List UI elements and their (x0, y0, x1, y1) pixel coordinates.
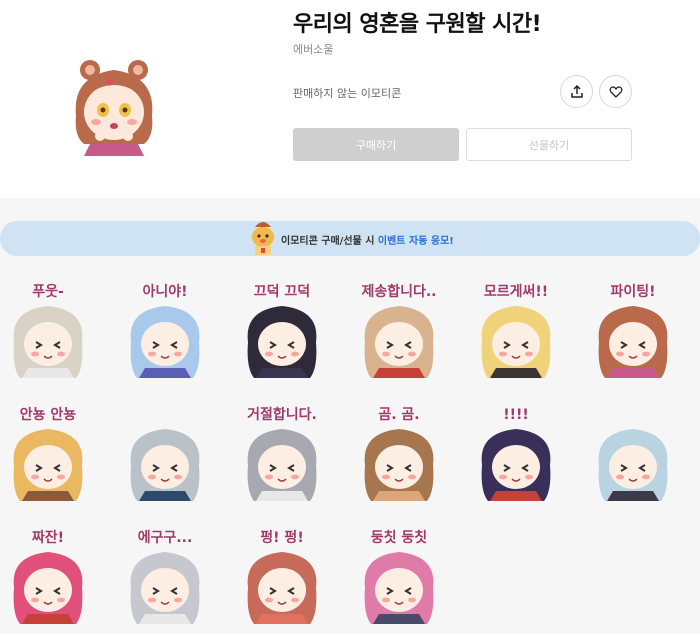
emoticon-image (130, 429, 200, 501)
emoticon-caption: 펑! 펑! (260, 529, 303, 546)
emoticon-image: 안뇽 안뇽 (13, 406, 83, 501)
emoticon-image: 펑! 펑! (247, 529, 317, 624)
emoticon-image: 푸웃- (13, 283, 83, 378)
emoticon-item[interactable]: 짜잔! (2, 526, 94, 624)
emoticon-caption: 안뇽 안뇽 (20, 406, 77, 423)
emoticon-image: 아니야! (130, 283, 200, 378)
emoticon-item[interactable]: 펑! 펑! (236, 526, 328, 624)
emoticon-image: 둥칫 둥칫 (364, 530, 434, 624)
emoticon-item[interactable]: 거절합니다. (236, 403, 328, 501)
emoticon-caption: 에구구... (138, 530, 193, 546)
emoticon-image: 곰. 곰. (364, 407, 434, 501)
product-author[interactable]: 에버소울 (293, 41, 333, 57)
event-banner-text: 이모티콘 구매/선물 시 이벤트 자동 응모! (281, 236, 454, 247)
emoticon-item[interactable]: 둥칫 둥칫 (353, 526, 445, 624)
event-banner[interactable]: 이모티콘 구매/선물 시 이벤트 자동 응모! (0, 221, 700, 256)
emoticon-item[interactable]: 안뇽 안뇽 (2, 403, 94, 501)
emoticon-caption: 끄덕 끄덕 (254, 283, 310, 300)
emoticon-image: 거절합니다. (247, 406, 317, 501)
hero-character-illustration (75, 60, 153, 156)
emoticon-caption: 아니야! (142, 283, 187, 300)
gift-button[interactable]: 선물하기 (466, 128, 632, 161)
share-button[interactable] (560, 75, 593, 108)
emoticon-caption: 푸웃- (32, 283, 64, 300)
share-icon (570, 84, 583, 98)
product-header: 우리의 영혼을 구원할 시간! 에버소울 판매하지 않는 이모티콘 구매하기 선… (0, 0, 700, 198)
emoticon-image: 파이팅! (598, 283, 668, 378)
emoticon-item[interactable]: 끄덕 끄덕 (236, 280, 328, 378)
emoticon-image: !!!! (481, 407, 551, 501)
emoticon-gallery: 이모티콘 구매/선물 시 이벤트 자동 응모! 푸웃- 아니야! 끄덕 끄덕 제송합니… (0, 198, 700, 634)
emoticon-caption: 둥칫 둥칫 (371, 530, 428, 546)
emoticon-item[interactable] (587, 403, 679, 501)
emoticon-image: 제송합니다.. (361, 283, 437, 378)
product-title: 우리의 영혼을 구원할 시간! (293, 12, 542, 37)
like-button[interactable] (599, 75, 632, 108)
emoticon-caption: !!!! (503, 407, 529, 423)
mascot-icon (252, 222, 274, 255)
emoticon-item[interactable]: 제송합니다.. (353, 280, 445, 378)
emoticon-item[interactable]: 곰. 곰. (353, 403, 445, 501)
emoticon-image: 끄덕 끄덕 (247, 283, 317, 378)
emoticon-caption: 파이팅! (610, 283, 655, 300)
product-hero-image (66, 56, 162, 156)
sale-status-notice: 판매하지 않는 이모티콘 (293, 87, 402, 100)
emoticon-image (598, 429, 668, 501)
emoticon-caption: 짜잔! (32, 529, 64, 546)
emoticon-caption: 제송합니다.. (361, 283, 436, 300)
emoticon-item[interactable]: 푸웃- (2, 280, 94, 378)
emoticon-item[interactable]: !!!! (470, 403, 562, 501)
emoticon-caption: 거절합니다. (247, 406, 317, 423)
emoticon-item[interactable]: 모르게써!! (470, 280, 562, 378)
emoticon-item[interactable]: 아니야! (119, 280, 211, 378)
heart-icon (608, 85, 623, 98)
emoticon-image: 에구구... (130, 530, 200, 624)
emoticon-image: 모르게써!! (481, 283, 551, 378)
emoticon-image: 짜잔! (13, 529, 83, 624)
buy-button[interactable]: 구매하기 (293, 128, 459, 161)
emoticon-caption: 모르게써!! (484, 283, 548, 300)
emoticon-item[interactable] (119, 403, 211, 501)
emoticon-item[interactable]: 파이팅! (587, 280, 679, 378)
emoticon-caption: 곰. 곰. (378, 407, 419, 423)
emoticon-item[interactable]: 에구구... (119, 526, 211, 624)
